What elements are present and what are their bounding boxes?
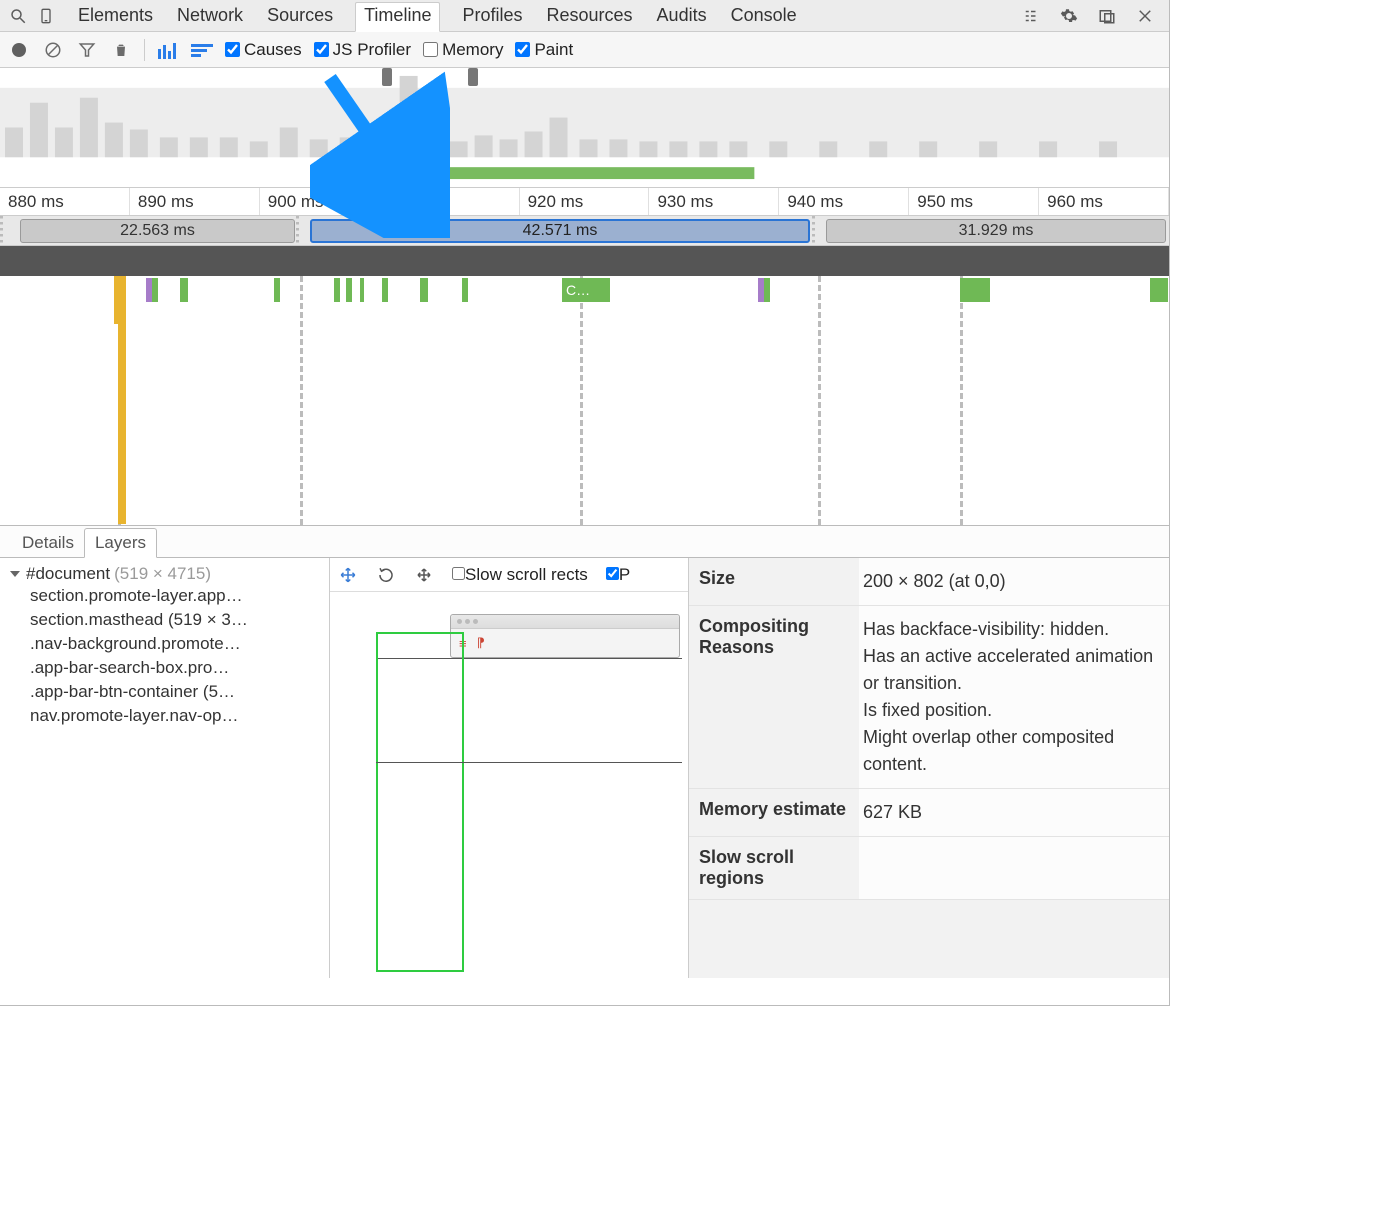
ruler-tick: 880 ms bbox=[0, 188, 130, 215]
tab-layers[interactable]: Layers bbox=[84, 528, 157, 558]
paragraph-icon: ⁋ bbox=[477, 635, 485, 651]
props-row: Slow scroll regions bbox=[689, 837, 1169, 900]
ruler-tick: 960 ms bbox=[1039, 188, 1169, 215]
tab-elements[interactable]: Elements bbox=[76, 1, 155, 30]
tab-timeline[interactable]: Timeline bbox=[355, 2, 440, 32]
props-value: 200 × 802 (at 0,0) bbox=[859, 558, 1169, 605]
props-key: Compositing Reasons bbox=[689, 606, 859, 788]
garbage-collect-icon[interactable] bbox=[110, 39, 132, 61]
tree-item[interactable]: nav.promote-layer.nav-op… bbox=[8, 704, 329, 728]
filter-icon[interactable] bbox=[76, 39, 98, 61]
timeline-ruler[interactable]: 880 ms890 ms900 msms920 ms930 ms940 ms95… bbox=[0, 188, 1169, 216]
devtools-top-toolbar: Elements Network Sources Timeline Profiles Re… bbox=[0, 0, 1169, 32]
causes-checkbox[interactable]: Causes bbox=[225, 40, 302, 60]
slow-scroll-checkbox[interactable]: Slow scroll rects bbox=[452, 565, 588, 585]
flame-view-icon[interactable] bbox=[191, 39, 213, 61]
ruler-tick: ms bbox=[390, 188, 520, 215]
layer-toolbar: Slow scroll rects P bbox=[330, 558, 688, 592]
drawer-toggle-icon[interactable] bbox=[1019, 4, 1043, 28]
tab-details[interactable]: Details bbox=[12, 529, 84, 557]
record-icon[interactable] bbox=[8, 39, 30, 61]
props-value: Has backface-visibility: hidden.Has an a… bbox=[859, 606, 1169, 788]
tree-root[interactable]: #document (519 × 4715) bbox=[8, 564, 329, 584]
close-icon[interactable] bbox=[1133, 4, 1157, 28]
settings-gear-icon[interactable] bbox=[1057, 4, 1081, 28]
flame-event[interactable]: C… bbox=[562, 278, 610, 302]
reset-icon[interactable] bbox=[414, 566, 434, 584]
tree-root-name: #document bbox=[26, 564, 110, 584]
tab-sources[interactable]: Sources bbox=[265, 1, 335, 30]
tab-resources[interactable]: Resources bbox=[545, 1, 635, 30]
paint-rects-checkbox[interactable]: P bbox=[606, 565, 630, 585]
memory-checkbox[interactable]: Memory bbox=[423, 40, 503, 60]
panel-tabs: Elements Network Sources Timeline Profiles Re… bbox=[76, 1, 799, 30]
frame-block[interactable]: 31.929 ms bbox=[826, 219, 1166, 243]
tree-item[interactable]: section.promote-layer.app… bbox=[8, 584, 329, 608]
pan-icon[interactable] bbox=[338, 566, 358, 584]
ruler-tick: 930 ms bbox=[649, 188, 779, 215]
ruler-tick: 950 ms bbox=[909, 188, 1039, 215]
props-key: Memory estimate bbox=[689, 789, 859, 836]
timeline-thread-header bbox=[0, 246, 1169, 276]
props-row: Compositing ReasonsHas backface-visibili… bbox=[689, 606, 1169, 789]
timeline-flamechart[interactable]: C… bbox=[0, 276, 1169, 526]
timeline-frame-row[interactable]: 22.563 ms 42.571 ms 31.929 ms bbox=[0, 216, 1169, 246]
tree-item[interactable]: section.masthead (519 × 3… bbox=[8, 608, 329, 632]
dock-side-icon[interactable] bbox=[1095, 4, 1119, 28]
frame-block-selected[interactable]: 42.571 ms bbox=[310, 219, 810, 243]
tree-item[interactable]: .app-bar-search-box.pro… bbox=[8, 656, 329, 680]
tree-item[interactable]: .app-bar-btn-container (5… bbox=[8, 680, 329, 704]
device-icon[interactable] bbox=[34, 4, 58, 28]
frame-block[interactable]: 22.563 ms bbox=[20, 219, 295, 243]
tab-console[interactable]: Console bbox=[729, 1, 799, 30]
tree-item[interactable]: .nav-background.promote… bbox=[8, 632, 329, 656]
clear-icon[interactable] bbox=[42, 39, 64, 61]
layers-panel: #document (519 × 4715) section.promote-l… bbox=[0, 558, 1169, 978]
tab-network[interactable]: Network bbox=[175, 1, 245, 30]
ruler-tick: 920 ms bbox=[520, 188, 650, 215]
tree-root-dims: (519 × 4715) bbox=[114, 564, 211, 584]
layer-tree[interactable]: #document (519 × 4715) section.promote-l… bbox=[0, 558, 330, 978]
props-key: Slow scroll regions bbox=[689, 837, 859, 899]
timeline-overview[interactable]: 30 fps 60 fps bbox=[0, 68, 1169, 188]
disclosure-triangle-icon[interactable] bbox=[10, 571, 20, 577]
layer-3d-view[interactable]: Slow scroll rects P ≡ ⁋ bbox=[330, 558, 689, 978]
ruler-tick: 890 ms bbox=[130, 188, 260, 215]
ruler-tick: 940 ms bbox=[779, 188, 909, 215]
props-value bbox=[859, 837, 1169, 899]
props-row: Memory estimate627 KB bbox=[689, 789, 1169, 837]
ruler-tick: 900 ms bbox=[260, 188, 390, 215]
frames-view-icon[interactable] bbox=[157, 39, 179, 61]
layer-properties: Size200 × 802 (at 0,0)Compositing Reason… bbox=[689, 558, 1169, 978]
selected-layer-outline[interactable] bbox=[376, 632, 464, 972]
rotate-icon[interactable] bbox=[376, 566, 396, 584]
jsprofiler-checkbox[interactable]: JS Profiler bbox=[314, 40, 411, 60]
props-value: 627 KB bbox=[859, 789, 1169, 836]
layer-thumbnail[interactable]: ≡ ⁋ bbox=[450, 614, 680, 658]
search-icon[interactable] bbox=[6, 4, 30, 28]
props-row: Size200 × 802 (at 0,0) bbox=[689, 558, 1169, 606]
paint-checkbox[interactable]: Paint bbox=[515, 40, 573, 60]
tab-audits[interactable]: Audits bbox=[655, 1, 709, 30]
timeline-toolbar: Causes JS Profiler Memory Paint bbox=[0, 32, 1169, 68]
tab-profiles[interactable]: Profiles bbox=[460, 1, 524, 30]
details-tabs: Details Layers bbox=[0, 526, 1169, 558]
props-key: Size bbox=[689, 558, 859, 605]
